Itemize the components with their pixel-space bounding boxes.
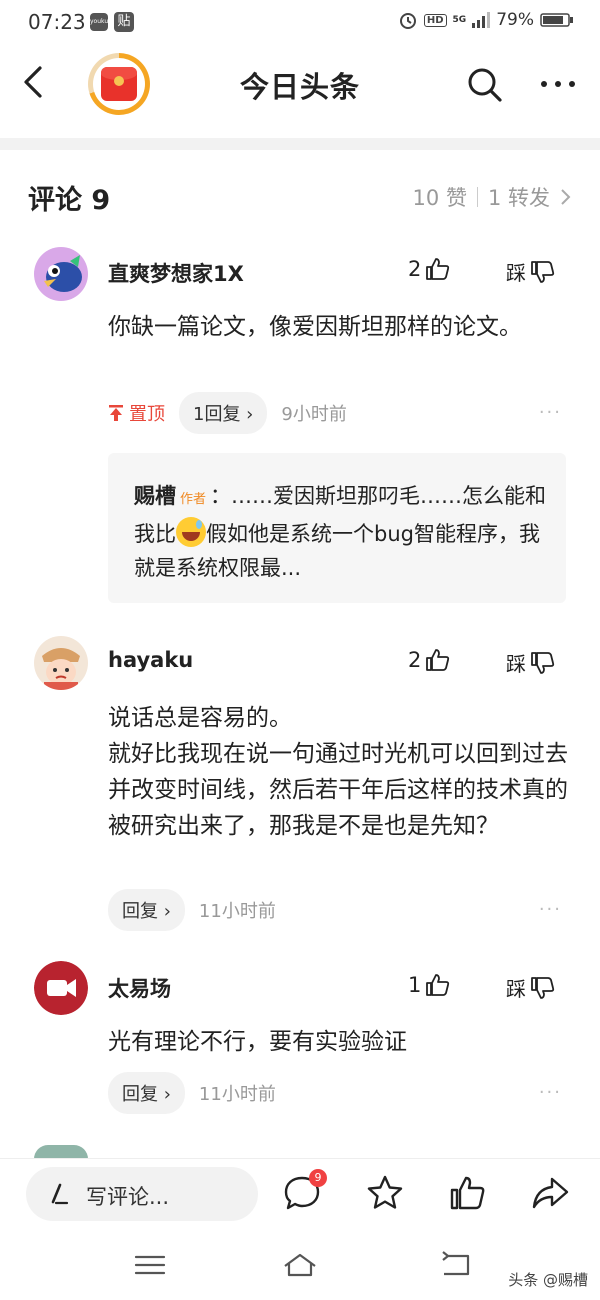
like-button[interactable]: 2	[408, 647, 451, 673]
more-options-icon[interactable]	[536, 64, 580, 104]
app-screen: 07:23 youku 贴 HD 5G 79% 今日头条 评论 9 10 赞 1…	[0, 0, 600, 1300]
stats-separator	[476, 187, 478, 207]
dislike-label: 踩	[506, 261, 526, 285]
comment-more-icon[interactable]: ···	[539, 402, 562, 423]
thumbs-down-icon	[531, 976, 555, 999]
pinned-badge: 置顶	[108, 400, 165, 426]
share-icon[interactable]	[530, 1173, 570, 1213]
article-likes[interactable]: 10 赞	[413, 182, 467, 212]
signal-icon	[472, 12, 491, 28]
thumbs-down-icon	[531, 651, 555, 674]
pinned-label: 置顶	[129, 404, 165, 425]
avatar[interactable]	[34, 247, 88, 301]
write-comment-input[interactable]: 写评论...	[26, 1167, 258, 1221]
write-comment-placeholder: 写评论...	[86, 1185, 170, 1209]
comment-text: 说话总是容易的。 就好比我现在说一句通过时光机可以回到过去并改变时间线，然后若干…	[108, 705, 568, 839]
article-shares[interactable]: 1 转发	[488, 182, 550, 212]
home-icon[interactable]	[282, 1250, 318, 1280]
dislike-label: 踩	[506, 652, 526, 676]
reply-label: 回复	[122, 901, 158, 922]
chevron-right-icon[interactable]	[560, 188, 572, 206]
comment-meta: 回复 › 11小时前	[108, 1072, 276, 1114]
pin-top-icon	[109, 405, 123, 421]
search-icon[interactable]	[464, 64, 504, 104]
pen-icon	[51, 1183, 69, 1205]
author-reply-name: 赐槽	[134, 484, 176, 508]
comment-username[interactable]: 太易场	[108, 973, 171, 1003]
author-reply-text: 赐槽 作者 ：……爱因斯坦那叼毛……怎么能和我比 假如他是系统一个bug智能程序，我就…	[134, 479, 554, 585]
thumbs-up-icon	[426, 649, 450, 671]
like-button[interactable]: 2	[408, 256, 451, 282]
comment-text: 你缺一篇论文，像爱因斯坦那样的论文。	[108, 314, 522, 340]
comment-meta: 回复 › 11小时前	[108, 889, 276, 931]
author-reply-preview[interactable]: 赐槽 作者 ：……爱因斯坦那叼毛……怎么能和我比 假如他是系统一个bug智能程序，我就…	[108, 453, 566, 603]
system-back-icon[interactable]	[438, 1250, 474, 1280]
status-right-group: HD 5G 79%	[398, 10, 574, 30]
alarm-icon	[399, 13, 416, 29]
youku-app-icon: youku	[90, 13, 108, 31]
author-tag: 作者	[180, 492, 207, 507]
status-bar: 07:23 youku 贴 HD 5G 79%	[0, 0, 600, 46]
comments-count-title: 评论 9	[28, 185, 111, 216]
page-title: 今日头条	[239, 70, 360, 104]
dislike-label: 踩	[506, 977, 526, 1001]
thumbs-up-icon	[426, 258, 450, 280]
reply-label: 回复	[122, 1084, 158, 1105]
comment-time: 11小时前	[198, 1084, 276, 1105]
top-nav-bar: 今日头条	[0, 46, 600, 122]
system-nav-bar: 头条 @赐槽	[0, 1238, 600, 1300]
battery-icon	[540, 13, 573, 27]
thumbs-up-icon	[426, 974, 450, 996]
dislike-button[interactable]: 踩	[506, 973, 556, 1002]
comment-meta: 置顶 1回复 › 9小时前	[108, 392, 347, 434]
comment-more-icon[interactable]: ···	[539, 899, 562, 920]
favorite-star-icon[interactable]	[365, 1173, 405, 1213]
comment-count-badge: 9	[309, 1169, 327, 1187]
avatar[interactable]	[34, 636, 88, 690]
section-divider	[0, 138, 600, 150]
like-count: 2	[408, 257, 422, 281]
reply-count-button[interactable]: 1回复 ›	[179, 392, 268, 434]
avatar[interactable]	[34, 961, 88, 1015]
menu-icon[interactable]	[132, 1250, 168, 1280]
like-count: 1	[408, 973, 422, 997]
article-stats: 10 赞 1 转发	[413, 182, 572, 212]
comment-more-icon[interactable]: ···	[539, 1082, 562, 1103]
comment-time: 9小时前	[281, 404, 347, 425]
like-button[interactable]: 1	[408, 972, 451, 998]
like-article-icon[interactable]	[448, 1173, 488, 1213]
dislike-button[interactable]: 踩	[506, 257, 556, 286]
reply-count-label: 1回复	[193, 404, 241, 425]
comment-time: 11小时前	[198, 901, 276, 922]
dislike-button[interactable]: 踩	[506, 648, 556, 677]
hd-badge: HD	[423, 13, 447, 27]
tieba-app-icon: 贴	[114, 12, 134, 32]
comment-text: 光有理论不行，要有实验验证	[108, 1029, 407, 1055]
watermark: 头条 @赐槽	[508, 1271, 588, 1289]
reply-button[interactable]: 回复 ›	[108, 889, 185, 931]
bottom-action-bar: 写评论... 9	[0, 1158, 600, 1238]
avatar	[34, 1145, 88, 1159]
battery-percent: 79%	[496, 10, 534, 30]
comment-username[interactable]: hayaku	[108, 648, 193, 672]
reply-button[interactable]: 回复 ›	[108, 1072, 185, 1114]
like-count: 2	[408, 648, 422, 672]
comment-username[interactable]: 直爽梦想家1X	[108, 258, 244, 288]
thumbs-down-icon	[531, 260, 555, 283]
sweat-smile-emoji-icon	[176, 517, 206, 547]
network-type: 5G	[452, 14, 467, 25]
status-time: 07:23	[28, 10, 86, 34]
